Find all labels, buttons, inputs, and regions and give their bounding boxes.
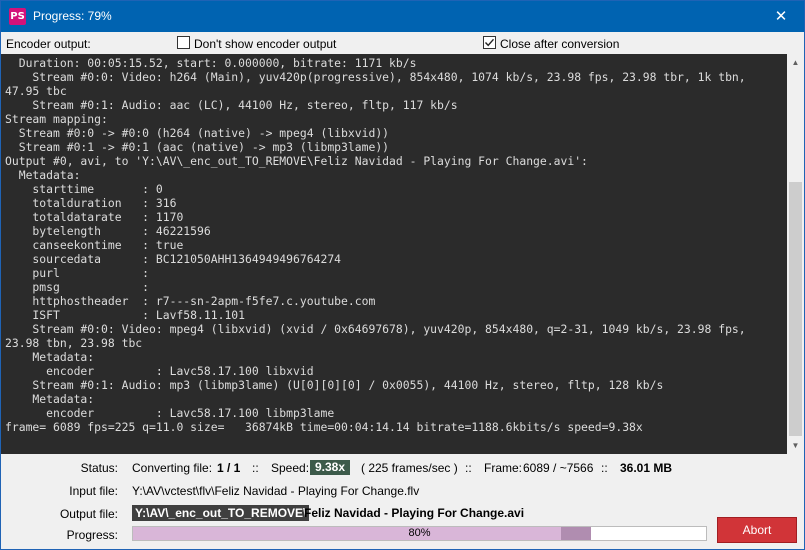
abort-button[interactable]: Abort <box>717 517 797 543</box>
converting-file-label: Converting file: <box>132 461 213 475</box>
close-button[interactable]: ✕ <box>758 1 804 32</box>
options-bar: Encoder output: Don't show encoder outpu… <box>1 32 804 54</box>
scroll-down-arrow-icon[interactable]: ▼ <box>787 437 804 454</box>
converting-file-count: 1 / 1 <box>217 461 241 475</box>
window-title: Progress: 79% <box>33 9 112 23</box>
scrollbar-thumb[interactable] <box>789 182 802 436</box>
separator: :: <box>465 461 472 475</box>
status-label: Status: <box>80 461 118 475</box>
dont-show-output-label[interactable]: Don't show encoder output <box>194 37 336 51</box>
encoder-output-console[interactable]: Duration: 00:05:15.52, start: 0.000000, … <box>1 54 787 454</box>
encoder-output-text: Duration: 00:05:15.52, start: 0.000000, … <box>5 56 746 434</box>
dont-show-output-checkbox[interactable] <box>177 36 190 49</box>
frame-count: 6089 / ~7566 <box>523 461 594 475</box>
speed-value: 9.38x <box>310 460 351 475</box>
scroll-up-arrow-icon[interactable]: ▲ <box>787 54 804 71</box>
input-file-path: Y:\AV\vctest\flv\Feliz Navidad - Playing… <box>132 484 420 498</box>
progress-percent: 80% <box>408 527 431 539</box>
title-bar[interactable]: PS Progress: 79% ✕ <box>1 1 804 32</box>
separator: :: <box>252 461 259 475</box>
speed-label: Speed: <box>271 461 310 475</box>
frames-per-sec: ( 225 frames/sec ) <box>361 461 458 475</box>
close-after-conversion-checkbox[interactable] <box>483 36 496 49</box>
checkmark-icon <box>484 38 495 47</box>
close-after-conversion-label[interactable]: Close after conversion <box>500 37 619 51</box>
separator: :: <box>601 461 608 475</box>
console-scrollbar[interactable]: ▲ ▼ <box>787 54 804 454</box>
input-file-label: Input file: <box>69 484 118 498</box>
progress-bar: 80% <box>132 526 707 541</box>
frame-label: Frame: <box>484 461 523 475</box>
output-file-name: Feliz Navidad - Playing For Change.avi <box>304 506 525 520</box>
app-icon: PS <box>9 8 26 25</box>
progress-window: PS Progress: 79% ✕ Encoder output: Don't… <box>0 0 805 550</box>
output-size: 36.01 MB <box>620 461 673 475</box>
progress-label: Progress: <box>66 528 118 542</box>
output-file-label: Output file: <box>59 507 118 521</box>
encoder-output-label: Encoder output: <box>6 37 91 51</box>
output-file-directory: Y:\AV\_enc_out_TO_REMOVE\ <box>132 505 310 521</box>
status-panel: Status: Converting file: 1 / 1 :: Speed:… <box>1 454 804 549</box>
